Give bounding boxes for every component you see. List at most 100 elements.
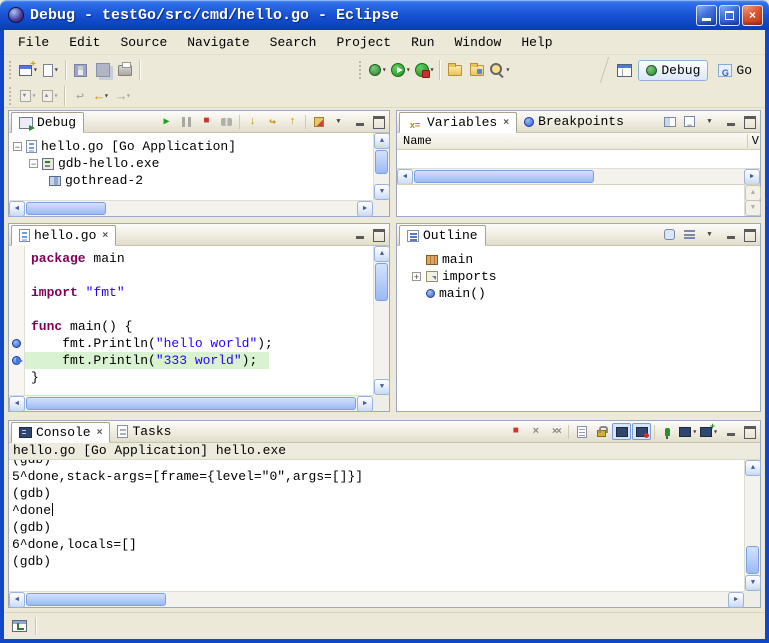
scroll-right-button[interactable]: ► [728, 592, 744, 608]
outline-item[interactable]: main [411, 251, 760, 268]
minimize-button[interactable] [696, 5, 717, 26]
outline-tab[interactable]: Outline [399, 225, 486, 246]
scroll-up-button[interactable]: ▲ [745, 185, 761, 201]
new-file-button[interactable]: ▾ [40, 58, 62, 82]
scroll-down-button[interactable]: ▼ [374, 379, 390, 395]
titlebar[interactable]: Debug - testGo/src/cmd/hello.go - Eclips… [0, 0, 769, 30]
maximize-view-button[interactable] [371, 115, 386, 128]
step-into-button[interactable]: ↓ [243, 113, 262, 130]
maximize-view-button[interactable] [371, 228, 386, 241]
scroll-right-button[interactable]: ► [357, 201, 373, 217]
link-with-editor-button[interactable] [660, 226, 679, 243]
scroll-down-button[interactable]: ▼ [745, 575, 761, 591]
dropdown-icon[interactable]: ▾ [382, 65, 387, 75]
editor-tab[interactable]: hello.go × [11, 225, 116, 246]
variables-view-menu-button[interactable]: ▼ [700, 113, 719, 130]
scroll-down-button[interactable]: ▼ [374, 184, 390, 200]
maximize-view-button[interactable] [742, 115, 757, 128]
close-tab-icon[interactable]: × [102, 231, 108, 241]
open-perspective-button[interactable] [613, 58, 635, 82]
scroll-lock-button[interactable] [592, 423, 611, 440]
maximize-view-button[interactable] [742, 228, 757, 241]
scrollbar-thumb[interactable] [26, 593, 166, 606]
dropdown-icon[interactable]: ▾ [126, 91, 131, 101]
step-filters-button[interactable] [309, 113, 328, 130]
debug-view-tab[interactable]: Debug [11, 112, 84, 133]
close-tab-icon[interactable]: × [97, 428, 103, 438]
scroll-left-button[interactable]: ◄ [9, 396, 25, 412]
name-column-header[interactable]: Name [403, 134, 432, 148]
open-console-button[interactable]: ▾ [699, 423, 719, 440]
open-resource-button[interactable] [466, 58, 488, 82]
toolbar-grip[interactable] [359, 61, 364, 79]
minimize-view-button[interactable] [724, 228, 739, 241]
variables-tree[interactable] [397, 150, 760, 168]
print-button[interactable] [114, 58, 136, 82]
terminate-button[interactable]: ■ [506, 423, 525, 440]
step-over-button[interactable]: ↪ [263, 113, 282, 130]
console-tab[interactable]: Console × [11, 422, 110, 443]
forward-button[interactable]: →▾ [113, 84, 135, 108]
scroll-down-button[interactable]: ▼ [745, 200, 761, 216]
collapse-icon[interactable]: − [29, 159, 38, 168]
maximize-button[interactable] [719, 5, 740, 26]
breakpoints-tab[interactable]: Breakpoints [517, 111, 631, 132]
dropdown-icon[interactable]: ▾ [505, 65, 510, 75]
scroll-up-button[interactable]: ▲ [374, 246, 390, 262]
debug-tree-item[interactable]: − hello.go [Go Application] [9, 138, 373, 155]
scroll-left-button[interactable]: ◄ [9, 201, 25, 217]
perspective-go-button[interactable]: Go [711, 61, 759, 80]
remove-launch-button[interactable]: × [526, 423, 545, 440]
tasks-tab[interactable]: Tasks [110, 421, 178, 442]
fast-view-button[interactable] [12, 620, 27, 632]
horizontal-scrollbar[interactable]: ◄ ► [9, 395, 373, 411]
scrollbar-thumb[interactable] [414, 170, 594, 183]
pin-console-button[interactable] [658, 423, 677, 440]
vertical-scrollbar[interactable]: ▲ ▼ [744, 460, 760, 591]
open-folder-button[interactable] [444, 58, 466, 82]
close-button[interactable]: × [742, 5, 763, 26]
vertical-scrollbar[interactable]: ▲ ▼ [744, 185, 760, 216]
show-console-on-stdout-button[interactable] [612, 423, 631, 440]
debug-button[interactable]: ▾ [367, 58, 389, 82]
menu-project[interactable]: Project [326, 32, 401, 53]
variables-detail-pane[interactable]: ▲ ▼ [397, 184, 760, 216]
menu-navigate[interactable]: Navigate [177, 32, 259, 53]
scroll-right-button[interactable]: ► [357, 396, 373, 412]
vertical-scrollbar[interactable]: ▲ ▼ [373, 246, 389, 395]
prev-annotation-button[interactable]: ▾ [39, 84, 61, 108]
scroll-left-button[interactable]: ◄ [397, 169, 413, 185]
debug-tree[interactable]: − hello.go [Go Application] − gdb-hello.… [9, 133, 373, 200]
menu-search[interactable]: Search [260, 32, 327, 53]
debug-tree-item[interactable]: gothread-2 [9, 172, 373, 189]
scroll-up-button[interactable]: ▲ [745, 460, 761, 476]
outline-item[interactable]: + imports [411, 268, 760, 285]
dropdown-icon[interactable]: ▾ [430, 65, 435, 75]
show-console-on-stderr-button[interactable] [632, 423, 651, 440]
next-annotation-button[interactable]: ▾ [17, 84, 39, 108]
scroll-up-button[interactable]: ▲ [374, 133, 390, 149]
maximize-view-button[interactable] [742, 425, 757, 438]
outline-item[interactable]: main() [411, 285, 760, 302]
editor-gutter[interactable] [9, 246, 25, 395]
dropdown-icon[interactable]: ▾ [406, 65, 411, 75]
debug-tree-item[interactable]: − gdb-hello.exe [9, 155, 373, 172]
save-all-button[interactable] [92, 58, 114, 82]
search-button[interactable]: ▾ [488, 58, 512, 82]
toolbar-grip[interactable] [9, 61, 14, 79]
scroll-left-button[interactable]: ◄ [9, 592, 25, 608]
new-wizard-button[interactable]: ▾ [17, 58, 40, 82]
toolbar-grip[interactable] [9, 87, 14, 105]
outline-tree[interactable]: main + imports main() [397, 246, 760, 395]
perspective-debug-button[interactable]: Debug [638, 60, 708, 81]
disconnect-button[interactable] [217, 113, 236, 130]
value-column-header[interactable]: V [747, 134, 759, 148]
menu-help[interactable]: Help [511, 32, 562, 53]
expand-icon[interactable]: + [412, 272, 421, 281]
scrollbar-thumb[interactable] [375, 263, 388, 301]
debug-view-menu-button[interactable]: ▼ [329, 113, 348, 130]
menu-window[interactable]: Window [445, 32, 512, 53]
scrollbar-thumb[interactable] [26, 202, 106, 215]
scrollbar-thumb[interactable] [375, 150, 388, 174]
scrollbar-thumb[interactable] [746, 546, 759, 574]
